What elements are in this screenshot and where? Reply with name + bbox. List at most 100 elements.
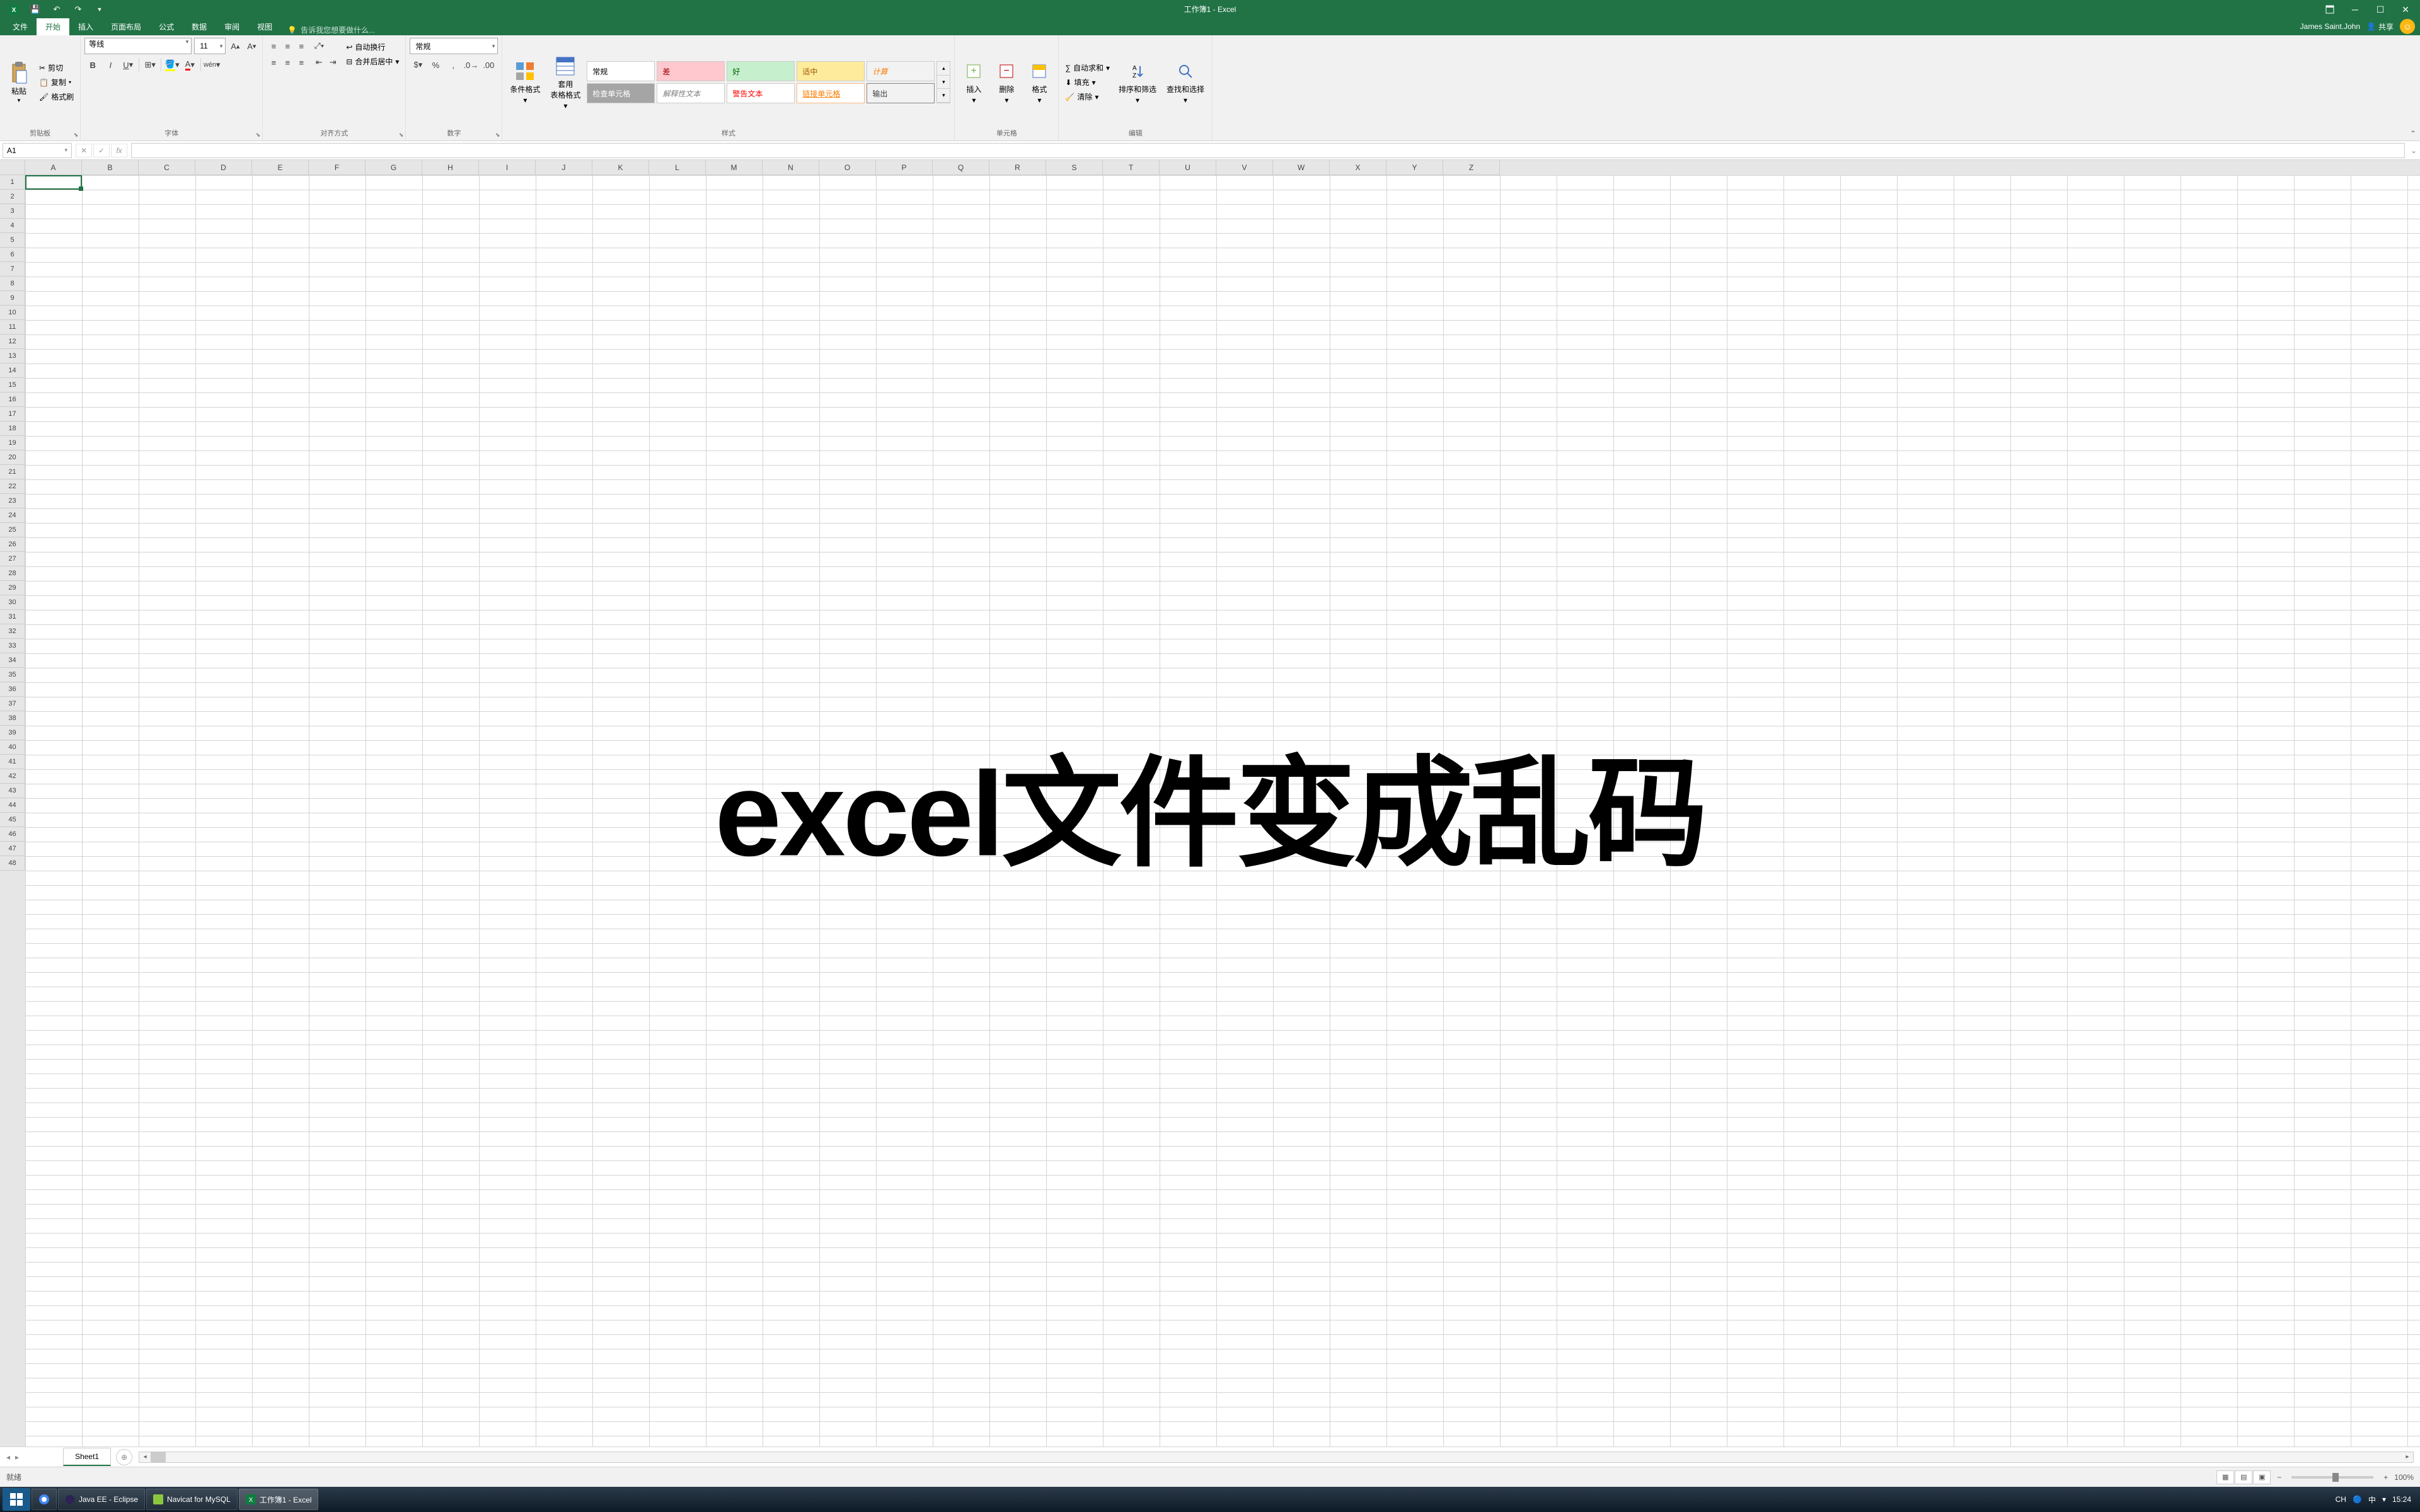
style-neutral[interactable]: 适中 bbox=[797, 61, 865, 81]
sheet-first-icon[interactable]: ◂ bbox=[6, 1453, 10, 1462]
fill-color-button[interactable]: 🪣▾ bbox=[164, 57, 180, 73]
row-header[interactable]: 47 bbox=[0, 842, 25, 856]
insert-cells-button[interactable]: +插入▾ bbox=[959, 59, 989, 106]
row-header[interactable]: 42 bbox=[0, 769, 25, 784]
maximize-icon[interactable]: ☐ bbox=[2370, 3, 2391, 16]
decrease-decimal-button[interactable]: .00 bbox=[480, 57, 497, 73]
user-name[interactable]: James Saint.John bbox=[2300, 22, 2360, 31]
autosum-button[interactable]: ∑自动求和▾ bbox=[1063, 61, 1112, 74]
row-header[interactable]: 32 bbox=[0, 624, 25, 639]
zoom-slider[interactable] bbox=[2291, 1476, 2373, 1479]
column-header[interactable]: Q bbox=[933, 160, 989, 175]
column-header[interactable]: S bbox=[1046, 160, 1103, 175]
cells-area[interactable] bbox=[25, 175, 2420, 1446]
expand-formula-bar-icon[interactable]: ⌄ bbox=[2407, 146, 2420, 155]
column-header[interactable]: C bbox=[139, 160, 195, 175]
column-header[interactable]: F bbox=[309, 160, 366, 175]
save-icon[interactable]: 💾 bbox=[26, 1, 44, 18]
row-header[interactable]: 23 bbox=[0, 494, 25, 508]
row-header[interactable]: 21 bbox=[0, 465, 25, 479]
phonetic-button[interactable]: wén▾ bbox=[204, 57, 220, 73]
row-header[interactable]: 29 bbox=[0, 581, 25, 595]
fx-button[interactable]: fx bbox=[111, 144, 127, 158]
undo-icon[interactable]: ↶ bbox=[48, 1, 66, 18]
align-left-button[interactable]: ≡ bbox=[267, 54, 280, 71]
enter-formula-button[interactable]: ✓ bbox=[93, 144, 110, 158]
row-header[interactable]: 26 bbox=[0, 537, 25, 552]
row-header[interactable]: 30 bbox=[0, 595, 25, 610]
align-top-button[interactable]: ≡ bbox=[267, 38, 280, 54]
cut-button[interactable]: ✂剪切 bbox=[37, 61, 76, 74]
dialog-launcher-icon[interactable]: ⬊ bbox=[399, 132, 404, 139]
row-header[interactable]: 35 bbox=[0, 668, 25, 682]
row-header[interactable]: 43 bbox=[0, 784, 25, 798]
decrease-font-button[interactable]: A▾ bbox=[245, 38, 258, 54]
row-header[interactable]: 25 bbox=[0, 523, 25, 537]
column-header[interactable]: U bbox=[1160, 160, 1216, 175]
tab-insert[interactable]: 插入 bbox=[69, 18, 102, 35]
row-header[interactable]: 10 bbox=[0, 306, 25, 320]
add-sheet-button[interactable]: ⊕ bbox=[116, 1449, 132, 1465]
style-warning[interactable]: 警告文本 bbox=[727, 83, 795, 103]
dialog-launcher-icon[interactable]: ⬊ bbox=[495, 132, 500, 139]
row-header[interactable]: 7 bbox=[0, 262, 25, 277]
cancel-formula-button[interactable]: ✕ bbox=[76, 144, 92, 158]
font-name-combo[interactable]: 等线▾ bbox=[84, 38, 192, 54]
comma-button[interactable]: , bbox=[445, 57, 461, 73]
row-header[interactable]: 33 bbox=[0, 639, 25, 653]
bold-button[interactable]: B bbox=[84, 57, 101, 73]
zoom-level[interactable]: 100% bbox=[2394, 1473, 2414, 1482]
row-header[interactable]: 40 bbox=[0, 740, 25, 755]
page-break-view-button[interactable]: ▣ bbox=[2253, 1470, 2271, 1484]
feedback-smiley-icon[interactable]: ☺ bbox=[2400, 19, 2415, 34]
style-good[interactable]: 好 bbox=[727, 61, 795, 81]
increase-indent-button[interactable]: ⇥ bbox=[326, 54, 340, 71]
column-header[interactable]: H bbox=[422, 160, 479, 175]
row-header[interactable]: 8 bbox=[0, 277, 25, 291]
italic-button[interactable]: I bbox=[102, 57, 118, 73]
percent-button[interactable]: % bbox=[427, 57, 444, 73]
scroll-thumb[interactable] bbox=[151, 1452, 166, 1462]
style-normal[interactable]: 常规 bbox=[587, 61, 655, 81]
row-header[interactable]: 16 bbox=[0, 392, 25, 407]
format-painter-button[interactable]: 🖌格式刷 bbox=[37, 90, 76, 103]
row-header[interactable]: 37 bbox=[0, 697, 25, 711]
font-color-button[interactable]: A▾ bbox=[182, 57, 198, 73]
font-size-combo[interactable]: 11▾ bbox=[194, 38, 226, 54]
collapse-ribbon-icon[interactable]: ⌃ bbox=[2410, 129, 2416, 138]
column-header[interactable]: Y bbox=[1386, 160, 1443, 175]
tab-data[interactable]: 数据 bbox=[183, 18, 216, 35]
row-header[interactable]: 1 bbox=[0, 175, 25, 190]
row-header[interactable]: 45 bbox=[0, 813, 25, 827]
column-header[interactable]: W bbox=[1273, 160, 1330, 175]
row-header[interactable]: 44 bbox=[0, 798, 25, 813]
row-header[interactable]: 11 bbox=[0, 320, 25, 335]
zoom-out-button[interactable]: − bbox=[2277, 1473, 2281, 1482]
merge-center-button[interactable]: ⊟合并后居中▾ bbox=[343, 55, 401, 68]
align-right-button[interactable]: ≡ bbox=[294, 54, 308, 71]
align-middle-button[interactable]: ≡ bbox=[280, 38, 294, 54]
row-header[interactable]: 41 bbox=[0, 755, 25, 769]
column-header[interactable]: P bbox=[876, 160, 933, 175]
tab-home[interactable]: 开始 bbox=[37, 18, 69, 35]
currency-button[interactable]: $▾ bbox=[410, 57, 426, 73]
border-button[interactable]: ⊞▾ bbox=[142, 57, 158, 73]
column-header[interactable]: O bbox=[819, 160, 876, 175]
row-header[interactable]: 34 bbox=[0, 653, 25, 668]
row-header[interactable]: 20 bbox=[0, 450, 25, 465]
taskbar-excel[interactable]: X工作簿1 - Excel bbox=[239, 1489, 319, 1510]
row-header[interactable]: 9 bbox=[0, 291, 25, 306]
row-header[interactable]: 12 bbox=[0, 335, 25, 349]
row-header[interactable]: 22 bbox=[0, 479, 25, 494]
zoom-in-button[interactable]: + bbox=[2383, 1473, 2388, 1482]
column-header[interactable]: Z bbox=[1443, 160, 1500, 175]
share-button[interactable]: 👤 共享 bbox=[2366, 21, 2394, 32]
tab-review[interactable]: 审阅 bbox=[216, 18, 248, 35]
column-header[interactable]: E bbox=[252, 160, 309, 175]
tab-layout[interactable]: 页面布局 bbox=[102, 18, 150, 35]
close-icon[interactable]: ✕ bbox=[2395, 3, 2416, 16]
column-header[interactable]: J bbox=[536, 160, 592, 175]
normal-view-button[interactable]: ▦ bbox=[2216, 1470, 2234, 1484]
dialog-launcher-icon[interactable]: ⬊ bbox=[256, 132, 261, 139]
row-header[interactable]: 36 bbox=[0, 682, 25, 697]
